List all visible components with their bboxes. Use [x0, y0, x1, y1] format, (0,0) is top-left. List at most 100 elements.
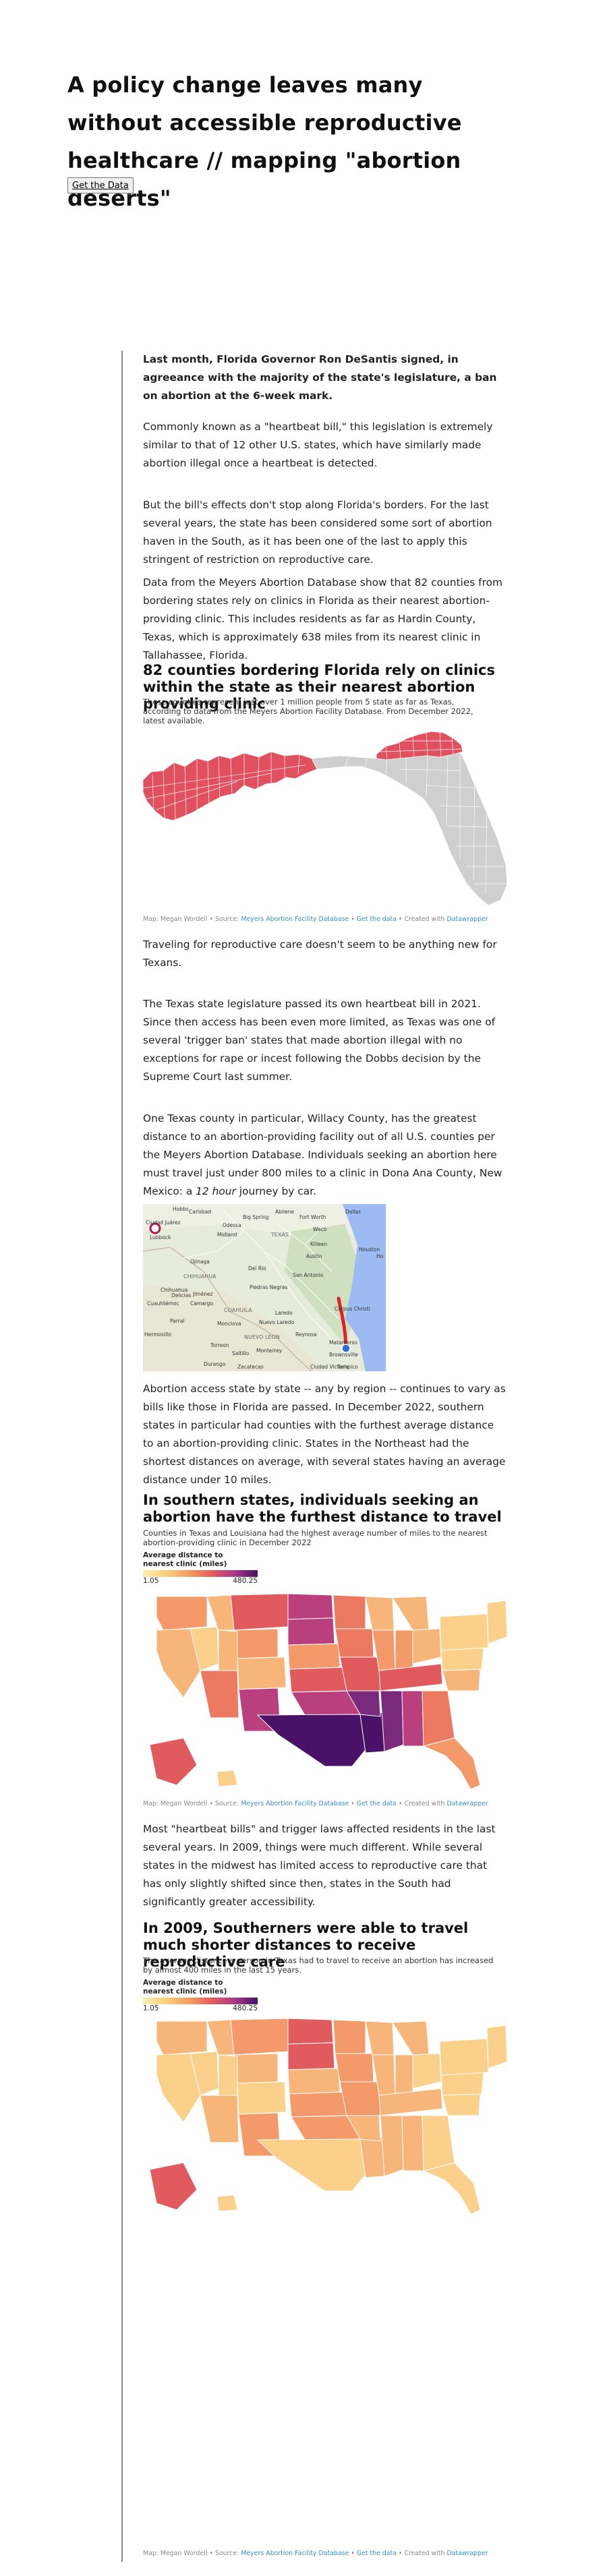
state-shape[interactable] — [287, 1593, 334, 1620]
get-the-data-link[interactable]: Get the data — [357, 2550, 397, 2557]
source-separator: • Created with — [396, 1800, 447, 1807]
map2-description: Counties in Texas and Louisiana had the … — [143, 1528, 488, 1547]
state-shape[interactable] — [230, 2018, 289, 2056]
state-shape[interactable] — [365, 2020, 395, 2056]
state-shape[interactable] — [233, 1628, 279, 1659]
state-shape[interactable] — [486, 1600, 507, 1644]
get-data-button[interactable]: Get the Data — [67, 177, 134, 193]
state-shape[interactable] — [439, 1613, 489, 1651]
state-shape[interactable] — [442, 1669, 481, 1691]
state-shape[interactable] — [333, 1594, 366, 1629]
state-shape[interactable] — [440, 1647, 484, 1671]
state-shape[interactable] — [412, 2053, 442, 2089]
map3-description: The average distance a person in Texas h… — [143, 1956, 494, 1975]
map2-legend: Average distance to nearest clinic (mile… — [143, 1551, 507, 1585]
state-shape[interactable] — [206, 1594, 235, 1631]
source-credit: Map: Megan Wordell • Source: — [143, 2550, 241, 2557]
map2-title: In southern states, individuals seeking … — [143, 1492, 502, 1525]
state-shape[interactable] — [149, 1737, 198, 1786]
legend-title: Average distance to nearest clinic (mile… — [143, 1551, 227, 1568]
map-place-label: Lubbock — [150, 1234, 171, 1240]
state-shape[interactable] — [218, 2054, 238, 2096]
state-shape[interactable] — [395, 2054, 413, 2096]
state-shape[interactable] — [200, 2095, 239, 2143]
state-shape[interactable] — [200, 1670, 239, 1718]
map-place-label: Waco — [313, 1226, 327, 1232]
state-shape[interactable] — [156, 1596, 208, 1631]
map-place-label: TEXAS — [270, 1232, 289, 1238]
paragraph: Data from the Meyers Abortion Database s… — [143, 576, 502, 661]
state-shape[interactable] — [333, 2019, 366, 2054]
map-place-label: COAHUILA — [224, 1307, 252, 1313]
get-the-data-link[interactable]: Get the data — [357, 916, 397, 923]
state-shape[interactable] — [287, 1617, 335, 1646]
state-shape[interactable] — [442, 2093, 481, 2116]
datawrapper-link[interactable]: Datawrapper — [446, 1800, 488, 1807]
state-shape[interactable] — [216, 1770, 238, 1787]
datawrapper-link[interactable]: Datawrapper — [446, 2550, 488, 2557]
state-shape[interactable] — [439, 2038, 489, 2076]
state-shape[interactable] — [256, 2138, 373, 2192]
state-shape[interactable] — [380, 2115, 404, 2177]
map-place-label: Midland — [217, 1232, 237, 1238]
state-shape[interactable] — [422, 2115, 455, 2171]
state-shape[interactable] — [392, 1596, 430, 1631]
page-title: A policy change leaves many without acce… — [67, 72, 462, 211]
state-shape[interactable] — [422, 2162, 481, 2215]
state-shape[interactable] — [392, 2020, 430, 2056]
state-shape[interactable] — [233, 2053, 279, 2084]
map-place-label: Ciudad Juárez — [146, 1220, 181, 1226]
source-credit: Map: Megan Wordell • Source: — [143, 1800, 241, 1807]
state-shape[interactable] — [365, 1596, 395, 1631]
map-place-label: Nuevo Laredo — [259, 1319, 294, 1325]
state-shape[interactable] — [237, 2081, 287, 2115]
state-shape[interactable] — [289, 2091, 347, 2118]
state-shape[interactable] — [218, 1629, 238, 1671]
state-shape[interactable] — [149, 2162, 198, 2211]
get-the-data-link[interactable]: Get the data — [357, 1800, 397, 1807]
us-distance-map-2009 — [149, 2018, 507, 2215]
state-shape[interactable] — [401, 2115, 424, 2171]
state-shape[interactable] — [289, 1667, 347, 1693]
map-place-label: Abilene — [275, 1209, 294, 1215]
map-place-label: Ojinaga — [190, 1259, 210, 1265]
state-shape[interactable] — [287, 2018, 334, 2045]
state-shape[interactable] — [339, 2081, 381, 2116]
state-shape[interactable] — [339, 1656, 381, 1691]
state-shape[interactable] — [256, 1714, 373, 1767]
state-shape[interactable] — [422, 1737, 481, 1790]
map-place-label: Killeen — [310, 1241, 327, 1247]
map-place-label: Piedras Negras — [250, 1284, 287, 1290]
state-shape[interactable] — [486, 2025, 507, 2069]
map-place-label: Camargo — [190, 1300, 213, 1307]
state-shape[interactable] — [237, 1656, 287, 1690]
legend-gradient — [143, 1998, 258, 2004]
state-shape[interactable] — [412, 1628, 442, 1665]
source-link[interactable]: Meyers Abortion Facility Database — [241, 1800, 349, 1807]
state-shape[interactable] — [287, 2042, 335, 2070]
state-shape[interactable] — [395, 1629, 413, 1671]
datawrapper-link[interactable]: Datawrapper — [446, 916, 488, 923]
map-place-label: Laredo — [275, 1310, 293, 1316]
paragraph: But the bill's effects don't stop along … — [143, 499, 492, 566]
map-place-label: Parral — [170, 1318, 185, 1324]
state-shape[interactable] — [380, 1690, 404, 1752]
state-shape[interactable] — [440, 2072, 484, 2096]
state-shape[interactable] — [401, 1690, 424, 1747]
map-place-label: Carlsbad — [189, 1209, 211, 1215]
state-shape[interactable] — [335, 1628, 374, 1658]
state-shape[interactable] — [287, 2068, 341, 2095]
state-shape[interactable] — [287, 1643, 341, 1670]
state-shape[interactable] — [335, 2053, 374, 2083]
map-place-label: Cuauhtémoc — [147, 1300, 179, 1307]
state-shape[interactable] — [206, 2019, 235, 2056]
state-shape[interactable] — [422, 1690, 455, 1747]
source-link[interactable]: Meyers Abortion Facility Database — [241, 916, 349, 923]
state-shape[interactable] — [230, 1593, 289, 1631]
route-map: Lubbock Fort Worth Dallas TEXAS Austin San An… — [143, 1204, 386, 1371]
state-shape[interactable] — [216, 2194, 238, 2212]
source-link[interactable]: Meyers Abortion Facility Database — [241, 2550, 349, 2557]
state-shape[interactable] — [156, 2020, 208, 2056]
map-place-label: Corpus Christi — [335, 1306, 370, 1312]
paragraph: The Texas state legislature passed its o… — [143, 998, 496, 1083]
